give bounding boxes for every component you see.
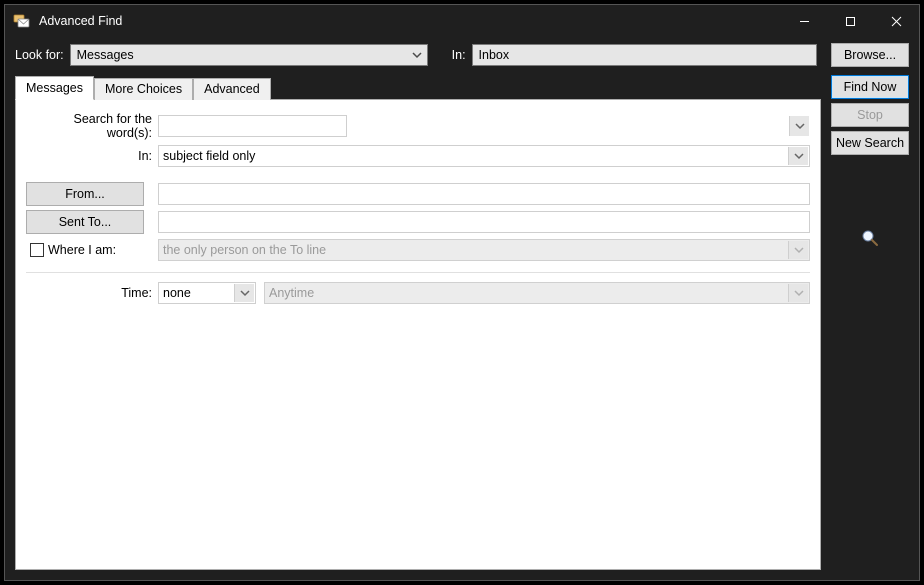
stop-button: Stop (831, 103, 909, 127)
action-column: Find Now Stop New Search (831, 75, 909, 252)
from-button[interactable]: From... (26, 182, 144, 206)
time-range-dropdown: Anytime (264, 282, 810, 304)
in-folder-field[interactable]: Inbox (472, 44, 817, 66)
lookfor-row: Look for: Messages In: Inbox Browse... (5, 37, 919, 75)
tab-panel-messages: Search for the word(s): In: subject fiel… (15, 99, 821, 570)
browse-button[interactable]: Browse... (831, 43, 909, 67)
find-now-button[interactable]: Find Now (831, 75, 909, 99)
search-words-input[interactable] (158, 115, 347, 137)
search-in-label: In: (26, 149, 154, 163)
chevron-down-icon[interactable] (789, 116, 809, 136)
window-title: Advanced Find (39, 14, 122, 28)
row-from: From... (26, 182, 810, 206)
main-row: Messages More Choices Advanced Search fo… (5, 75, 919, 580)
sent-to-input[interactable] (158, 211, 810, 233)
row-search-words: Search for the word(s): (26, 112, 810, 140)
tab-advanced[interactable]: Advanced (193, 78, 271, 100)
tab-host: Messages More Choices Advanced Search fo… (15, 75, 821, 570)
row-time: Time: none Anytime (26, 281, 810, 305)
in-label: In: (452, 48, 466, 62)
in-folder-value: Inbox (479, 48, 510, 62)
maximize-button[interactable] (827, 5, 873, 37)
lookfor-label: Look for: (15, 48, 64, 62)
app-icon (13, 13, 31, 29)
titlebar: Advanced Find (5, 5, 919, 37)
time-label: Time: (26, 286, 154, 300)
from-input[interactable] (158, 183, 810, 205)
chevron-down-icon (411, 49, 423, 61)
advanced-find-window: Advanced Find Look for: Messages In: Inb… (4, 4, 920, 581)
tab-more-choices[interactable]: More Choices (94, 78, 193, 100)
tab-messages[interactable]: Messages (15, 76, 94, 100)
row-search-in: In: subject field only (26, 144, 810, 168)
where-i-am-checkbox[interactable] (30, 243, 44, 257)
search-in-dropdown[interactable]: subject field only (158, 145, 810, 167)
chevron-down-icon (788, 147, 808, 165)
magnifier-icon (861, 229, 879, 252)
time-type-dropdown[interactable]: none (158, 282, 256, 304)
chevron-down-icon (234, 284, 254, 302)
search-words-label: Search for the word(s): (26, 112, 154, 140)
chevron-down-icon (788, 241, 808, 259)
where-i-am-label: Where I am: (48, 243, 116, 257)
minimize-button[interactable] (781, 5, 827, 37)
row-where-i-am: Where I am: the only person on the To li… (26, 238, 810, 262)
lookfor-value: Messages (77, 48, 134, 62)
chevron-down-icon (788, 284, 808, 302)
row-sent-to: Sent To... (26, 210, 810, 234)
sent-to-button[interactable]: Sent To... (26, 210, 144, 234)
tabstrip: Messages More Choices Advanced (15, 75, 821, 99)
divider (26, 272, 810, 273)
where-i-am-dropdown: the only person on the To line (158, 239, 810, 261)
close-button[interactable] (873, 5, 919, 37)
new-search-button[interactable]: New Search (831, 131, 909, 155)
lookfor-dropdown[interactable]: Messages (70, 44, 428, 66)
